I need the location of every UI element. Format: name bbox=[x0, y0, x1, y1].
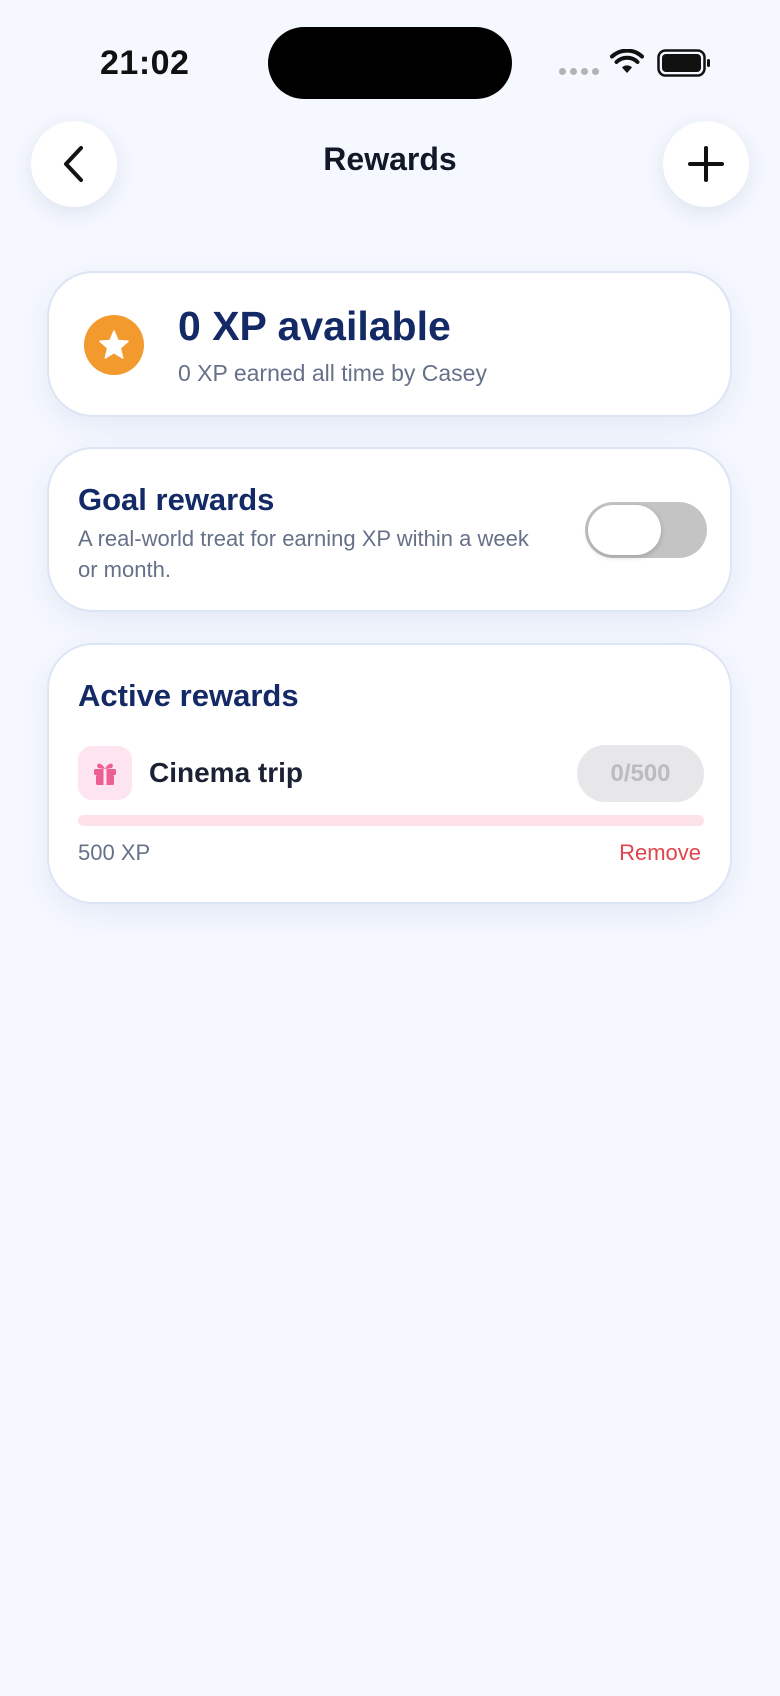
active-rewards-card: Active rewards Cinema trip 0/500 500 XP … bbox=[47, 643, 732, 904]
toggle-knob bbox=[588, 505, 661, 555]
plus-icon bbox=[688, 146, 724, 182]
remove-reward-button[interactable]: Remove bbox=[619, 840, 701, 866]
goal-rewards-description: A real-world treat for earning XP within… bbox=[78, 526, 529, 582]
reward-progress-badge: 0/500 bbox=[577, 745, 704, 802]
goal-rewards-title: Goal rewards bbox=[78, 482, 275, 517]
xp-summary-card: 0 XP available 0 XP earned all time by C… bbox=[47, 271, 732, 417]
dynamic-island bbox=[268, 27, 512, 99]
wifi-icon bbox=[610, 49, 644, 73]
goal-rewards-toggle[interactable] bbox=[585, 502, 707, 558]
xp-earned-total: 0 XP earned all time by Casey bbox=[178, 360, 487, 386]
reward-name: Cinema trip bbox=[149, 757, 304, 788]
gift-icon bbox=[78, 746, 132, 800]
add-reward-button[interactable] bbox=[663, 121, 749, 207]
battery-icon bbox=[657, 49, 710, 77]
xp-available: 0 XP available bbox=[178, 303, 451, 349]
active-rewards-title: Active rewards bbox=[78, 678, 299, 713]
status-bar: 21:02 bbox=[0, 0, 780, 110]
reward-cost: 500 XP bbox=[78, 840, 151, 865]
status-time: 21:02 bbox=[100, 44, 190, 82]
reward-progress-bar bbox=[78, 815, 704, 826]
cellular-signal-icon bbox=[559, 68, 599, 75]
star-icon bbox=[84, 315, 144, 375]
goal-rewards-card: Goal rewards A real-world treat for earn… bbox=[47, 447, 732, 612]
